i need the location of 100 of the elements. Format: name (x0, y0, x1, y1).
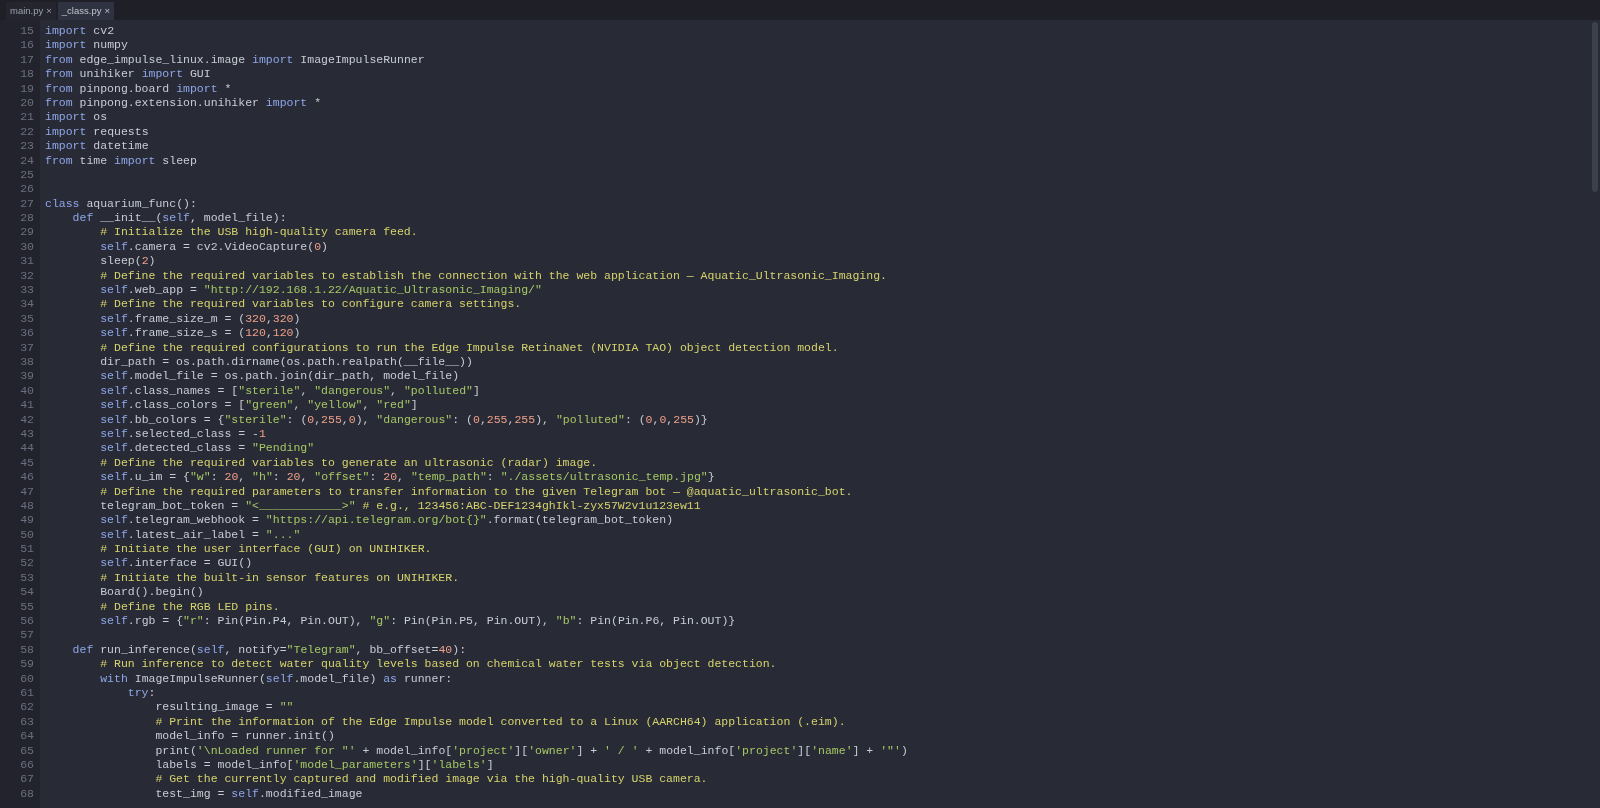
code-line: import datetime (45, 139, 149, 153)
code-line: # Define the required parameters to transfer information to the given Telegram bot — @aquatic_ultrasonic_bot. (99, 484, 853, 498)
line-number: 51 (20, 542, 34, 557)
line-number: 49 (20, 513, 34, 528)
code-line: with ImageImpulseRunner(self.model_file) as runner: (99, 671, 453, 685)
line-number: 60 (20, 671, 34, 686)
line-number: 40 (20, 383, 34, 399)
close-icon[interactable]: × (104, 3, 110, 19)
line-number: 66 (20, 757, 34, 773)
code-line: resulting_image = "" (154, 700, 294, 714)
line-number: 28 (20, 211, 34, 226)
line-number: 22 (20, 124, 34, 140)
line-number: 47 (20, 484, 34, 499)
code-line: # Define the required variables to generate an ultrasonic (radar) image. (99, 455, 598, 469)
code-line: from pinpong.extension.unihiker import * (45, 95, 322, 109)
code-line: self.detected_class = "Pending" (99, 441, 315, 455)
line-number: 34 (20, 297, 34, 312)
line-number: 29 (20, 225, 34, 240)
line-number: 38 (20, 355, 34, 370)
code-line: import cv2 (45, 24, 115, 37)
code-line: # Define the RGB LED pins. (99, 599, 280, 613)
line-number: 65 (20, 743, 34, 758)
code-line: def __init__(self, model_file): (71, 211, 287, 225)
line-number: 64 (20, 729, 34, 744)
line-number: 61 (20, 685, 34, 701)
code-line: def run_inference(self, notify="Telegram", bb_offset=40): (71, 642, 467, 656)
line-number: 41 (20, 398, 34, 413)
line-number: 39 (20, 369, 34, 384)
code-line: import numpy (45, 38, 128, 52)
code-line: # Initiate the user interface (GUI) on UNIHIKER. (99, 542, 432, 556)
line-number: 53 (20, 570, 34, 586)
code-line: from edge_impulse_linux.image import ImageImpulseRunner (45, 52, 425, 66)
code-line: model_info = runner.init() (154, 729, 335, 743)
line-number: 33 (20, 283, 34, 298)
line-number: 20 (20, 95, 34, 111)
line-number: 37 (20, 340, 34, 355)
line-number: 19 (20, 81, 34, 96)
code-line: self.frame_size_m = (320,320) (99, 311, 301, 325)
code-line: dir_path = os.path.dirname(os.path.realpath(__file__)) (99, 355, 473, 368)
file-tab[interactable]: main.py × (6, 2, 56, 20)
code-line: class aquarium_func(): (45, 196, 197, 210)
line-number: 32 (20, 268, 34, 284)
code-line: # Define the required variables to establish the connection with the web application — Aquatic_Ultrasonic_Imaging. (99, 268, 887, 282)
line-number: 15 (20, 24, 34, 39)
line-number: 67 (20, 772, 34, 787)
code-line: self.selected_class = -1 (99, 426, 266, 440)
line-number: 18 (20, 67, 34, 82)
code-line: # Initialize the USB high-quality camera feed. (99, 225, 418, 239)
line-number: 43 (20, 426, 34, 442)
line-number: 63 (20, 714, 34, 730)
line-number: 23 (20, 139, 34, 154)
line-number: 44 (20, 441, 34, 456)
line-number: 50 (20, 527, 34, 543)
code-line: import requests (45, 124, 149, 138)
code-line: self.class_names = ["sterile", "dangerous", "polluted"] (99, 383, 480, 397)
line-number: 46 (20, 470, 34, 485)
code-line: self.telegram_webhook = "https://api.telegram.org/bot{}".format(telegram_bot_token) (99, 513, 674, 527)
line-number: 24 (20, 153, 34, 168)
code-line: labels = model_info['model_parameters']['labels'] (154, 757, 494, 771)
line-number: 27 (20, 196, 34, 212)
code-line: self.camera = cv2.VideoCapture(0) (99, 239, 328, 253)
line-number: 31 (20, 254, 34, 269)
line-number: 36 (20, 326, 34, 341)
line-number: 26 (20, 182, 34, 197)
code-line: telegram_bot_token = "<____________>" # e.g., 123456:ABC-DEF1234ghIkl-zyx57W2v1u123ew11 (99, 498, 701, 512)
code-line: sleep(2) (99, 254, 156, 268)
code-line: from unihiker import GUI (45, 67, 211, 81)
line-number: 57 (20, 628, 34, 643)
line-number: 45 (20, 455, 34, 471)
line-number: 48 (20, 498, 34, 514)
close-icon[interactable]: × (46, 3, 52, 19)
code-line: import os (45, 110, 108, 124)
code-line: from pinpong.board import * (45, 81, 232, 95)
code-line: # Define the required variables to configure camera settings. (99, 297, 522, 311)
line-number: 21 (20, 110, 34, 125)
code-line: self.latest_air_label = "..." (99, 527, 301, 541)
code-line: self.model_file = os.path.join(dir_path, model_file) (99, 369, 460, 383)
line-number: 35 (20, 311, 34, 327)
code-line: self.rgb = {"r": Pin(Pin.P4, Pin.OUT), "g": Pin(Pin.P5, Pin.OUT), "b": Pin(Pin.P6, Pin.OUT)} (99, 614, 736, 627)
line-number: 30 (20, 239, 34, 255)
code-line: # Get the currently captured and modified image via the high-quality USB camera. (154, 772, 708, 786)
code-line: Board().begin() (99, 585, 204, 599)
line-number: 56 (20, 614, 34, 629)
code-line: try: (126, 685, 156, 699)
code-line: self.bb_colors = {"sterile": (0,255,0), "dangerous": (0,255,255), "polluted": (0,0,255)} (99, 412, 708, 426)
code-line: self.interface = GUI() (99, 556, 253, 570)
line-number: 68 (20, 786, 34, 802)
line-number: 16 (20, 38, 34, 53)
line-number: 58 (20, 642, 34, 658)
line-number: 17 (20, 52, 34, 68)
file-tab[interactable]: _class.py × (57, 2, 114, 20)
line-number: 25 (20, 167, 34, 183)
code-line: from time import sleep (45, 153, 197, 167)
code-line: self.class_colors = ["green", "yellow", "red"] (99, 398, 418, 412)
code-line: # Initiate the built-in sensor features on UNIHIKER. (99, 570, 460, 584)
code-line: # Define the required configurations to run the Edge Impulse RetinaNet (NVIDIA TAO) object detection model. (99, 340, 839, 354)
line-number: 52 (20, 556, 34, 571)
code-line: test_img = self.modified_image (154, 786, 363, 800)
line-number: 54 (20, 585, 34, 600)
code-line: print('\nLoaded runner for "' + model_info['project']['owner'] + ' / ' + model_info['project']['name'] + '"') (154, 743, 908, 757)
